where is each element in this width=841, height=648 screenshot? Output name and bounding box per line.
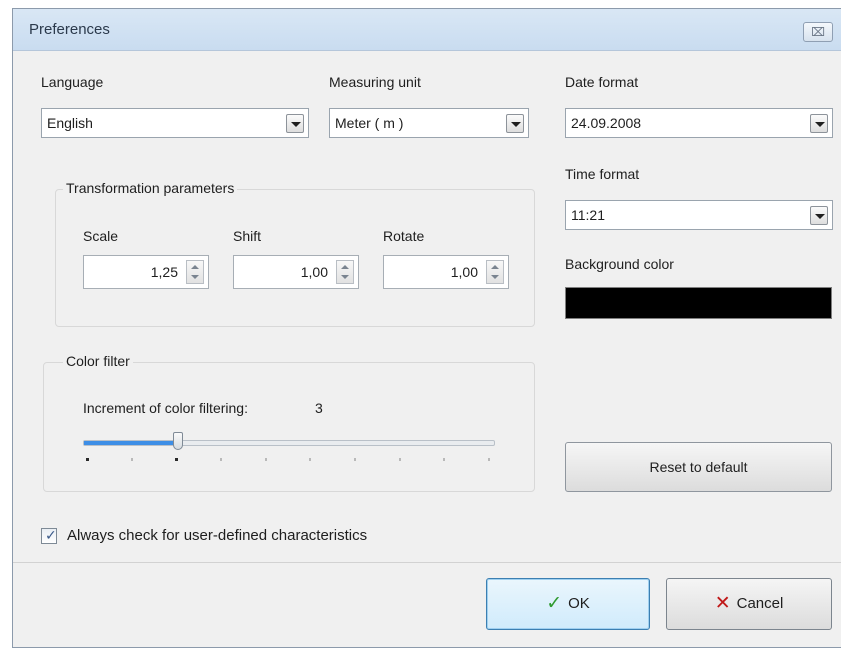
slider-tick xyxy=(399,458,401,461)
measuring-unit-select[interactable]: Meter ( m ) xyxy=(329,108,529,138)
chevron-down-icon[interactable] xyxy=(810,114,828,133)
rotate-stepper[interactable]: 1,00 xyxy=(383,255,509,289)
checkmark-icon: ✓ xyxy=(45,527,57,543)
color-filter-group xyxy=(43,362,535,492)
slider-tick xyxy=(443,458,445,461)
color-filter-slider-track[interactable] xyxy=(83,440,495,446)
time-format-value: 11:21 xyxy=(571,207,605,223)
cancel-button-label: Cancel xyxy=(736,595,784,612)
spin-arrows-icon[interactable] xyxy=(186,260,204,284)
slider-tick xyxy=(354,458,356,461)
increment-label: Increment of color filtering: xyxy=(83,400,248,416)
language-value: English xyxy=(47,115,93,131)
chevron-down-icon[interactable] xyxy=(286,114,304,133)
shift-value: 1,00 xyxy=(300,264,328,280)
shift-label: Shift xyxy=(233,228,262,244)
scale-stepper[interactable]: 1,25 xyxy=(83,255,209,289)
slider-fill xyxy=(84,441,179,445)
title-bar: Preferences ⌧ xyxy=(13,9,841,51)
background-color-swatch[interactable] xyxy=(565,287,832,319)
slider-tick xyxy=(220,458,222,461)
preferences-dialog: Preferences ⌧ Language English Measuring… xyxy=(12,8,841,648)
date-format-label: Date format xyxy=(565,74,639,90)
background-color-label: Background color xyxy=(565,256,674,272)
ok-button[interactable]: ✓ OK xyxy=(486,578,650,630)
slider-tick xyxy=(265,458,267,461)
slider-tick xyxy=(175,458,178,461)
close-button[interactable]: ⌧ xyxy=(803,22,833,42)
shift-stepper[interactable]: 1,00 xyxy=(233,255,359,289)
reset-to-default-button[interactable]: Reset to default xyxy=(565,442,832,492)
transformation-group-title: Transformation parameters xyxy=(63,180,238,196)
color-filter-group-title: Color filter xyxy=(63,353,133,369)
chevron-down-icon[interactable] xyxy=(506,114,524,133)
close-icon: ⌧ xyxy=(811,25,825,39)
slider-tick xyxy=(488,458,490,461)
spin-arrows-icon[interactable] xyxy=(486,260,504,284)
spin-arrows-icon[interactable] xyxy=(336,260,354,284)
window-title: Preferences xyxy=(29,21,110,38)
slider-tick xyxy=(309,458,311,461)
date-format-select[interactable]: 24.09.2008 xyxy=(565,108,833,138)
date-format-value: 24.09.2008 xyxy=(571,115,642,131)
chevron-down-icon[interactable] xyxy=(810,206,828,225)
dialog-content: Language English Measuring unit Meter ( … xyxy=(13,52,841,562)
measuring-unit-label: Measuring unit xyxy=(329,74,421,90)
language-select[interactable]: English xyxy=(41,108,309,138)
slider-tick xyxy=(131,458,133,461)
dialog-footer: ✓ OK ✕ Cancel xyxy=(13,562,841,647)
rotate-value: 1,00 xyxy=(450,264,478,280)
time-format-label: Time format xyxy=(565,166,640,182)
ok-button-label: OK xyxy=(568,595,590,612)
color-filter-slider-thumb[interactable] xyxy=(173,432,183,450)
language-label: Language xyxy=(41,74,104,90)
always-check-checkbox[interactable]: ✓ xyxy=(41,527,57,544)
measuring-unit-value: Meter ( m ) xyxy=(335,115,404,131)
x-icon: ✕ xyxy=(714,593,731,614)
increment-value: 3 xyxy=(315,400,323,416)
scale-value: 1,25 xyxy=(150,264,178,280)
check-icon: ✓ xyxy=(546,593,563,614)
scale-label: Scale xyxy=(83,228,119,244)
time-format-select[interactable]: 11:21 xyxy=(565,200,833,230)
always-check-label[interactable]: Always check for user-defined characteri… xyxy=(67,527,367,544)
rotate-label: Rotate xyxy=(383,228,425,244)
slider-tick xyxy=(86,458,89,461)
cancel-button[interactable]: ✕ Cancel xyxy=(666,578,832,630)
